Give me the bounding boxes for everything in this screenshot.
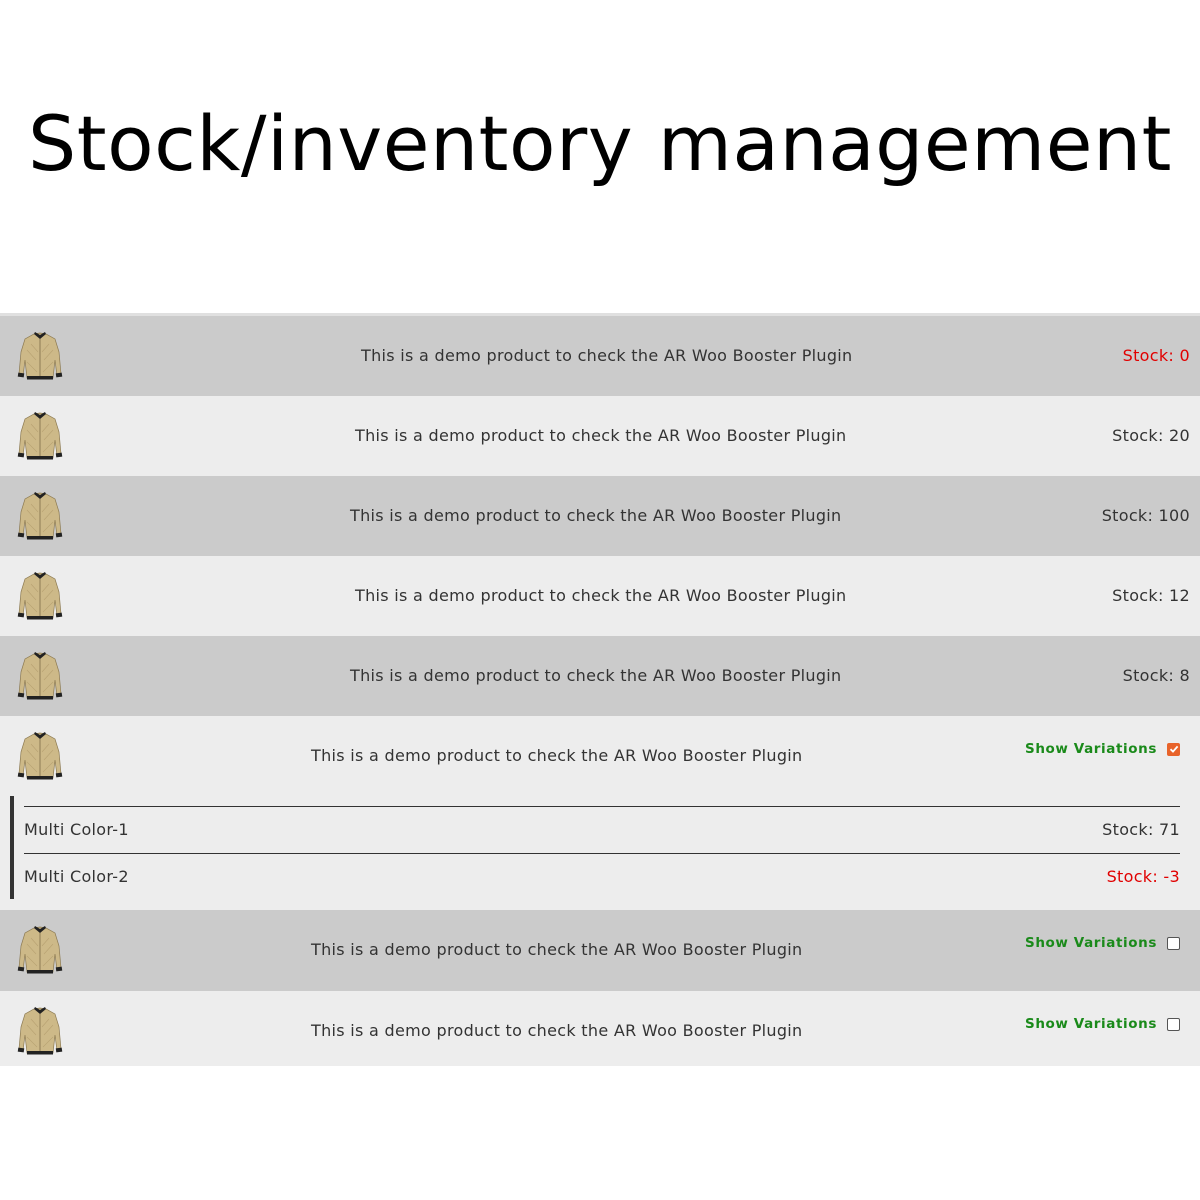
show-variations-label: Show Variations [1025, 741, 1157, 757]
product-row[interactable]: This is a demo product to check the AR W… [0, 556, 1200, 636]
product-title[interactable]: This is a demo product to check the AR W… [355, 396, 847, 476]
variation-row[interactable]: Multi Color-1 Stock: 71 [24, 806, 1180, 853]
show-variations-label: Show Variations [1025, 1016, 1157, 1032]
stock-value: Stock: 0 [1122, 346, 1190, 365]
stock-value: Stock: 20 [1112, 426, 1190, 445]
show-variations-toggle[interactable]: Show Variations [1025, 1016, 1180, 1032]
product-title[interactable]: This is a demo product to check the AR W… [311, 716, 803, 796]
product-title[interactable]: This is a demo product to check the AR W… [350, 636, 842, 716]
product-title[interactable]: This is a demo product to check the AR W… [311, 991, 803, 1071]
show-variations-checkbox[interactable] [1167, 742, 1180, 756]
product-title[interactable]: This is a demo product to check the AR W… [311, 910, 803, 990]
variation-stock: Stock: 71 [1102, 820, 1180, 839]
show-variations-checkbox[interactable] [1167, 936, 1180, 950]
variable-product-row[interactable]: This is a demo product to check the AR W… [0, 991, 1200, 1066]
product-row[interactable]: This is a demo product to check the AR W… [0, 636, 1200, 716]
jacket-icon [17, 570, 63, 622]
variable-product-row[interactable]: This is a demo product to check the AR W… [0, 910, 1200, 991]
jacket-icon [17, 490, 63, 542]
jacket-icon [17, 1005, 63, 1057]
variation-name: Multi Color-2 [24, 867, 129, 886]
product-row[interactable]: This is a demo product to check the AR W… [0, 396, 1200, 476]
page-header: Stock/inventory management [0, 0, 1200, 313]
page-title: Stock/inventory management [28, 98, 1172, 188]
jacket-icon [17, 410, 63, 462]
show-variations-checkbox[interactable] [1167, 1017, 1180, 1031]
show-variations-toggle[interactable]: Show Variations [1025, 935, 1180, 951]
check-icon [1169, 745, 1178, 753]
show-variations-toggle[interactable]: Show Variations [1025, 741, 1180, 757]
stock-value: Stock: 100 [1101, 506, 1190, 525]
variation-row[interactable]: Multi Color-2 Stock: -3 [24, 853, 1180, 900]
variation-stock: Stock: -3 [1106, 867, 1180, 886]
stock-value: Stock: 8 [1122, 666, 1190, 685]
product-list: This is a demo product to check the AR W… [0, 313, 1200, 1066]
product-row[interactable]: This is a demo product to check the AR W… [0, 316, 1200, 396]
variation-name: Multi Color-1 [24, 820, 129, 839]
jacket-icon [17, 650, 63, 702]
variable-product-row[interactable]: This is a demo product to check the AR W… [0, 716, 1200, 796]
product-title[interactable]: This is a demo product to check the AR W… [355, 556, 847, 636]
show-variations-label: Show Variations [1025, 935, 1157, 951]
jacket-icon [17, 330, 63, 382]
jacket-icon [17, 924, 63, 976]
product-row[interactable]: This is a demo product to check the AR W… [0, 476, 1200, 556]
product-title[interactable]: This is a demo product to check the AR W… [361, 316, 853, 396]
stock-value: Stock: 12 [1112, 586, 1190, 605]
product-title[interactable]: This is a demo product to check the AR W… [350, 476, 842, 556]
variations-panel: Multi Color-1 Stock: 71 Multi Color-2 St… [0, 796, 1200, 910]
variations-indent-bar [10, 796, 14, 899]
jacket-icon [17, 730, 63, 782]
